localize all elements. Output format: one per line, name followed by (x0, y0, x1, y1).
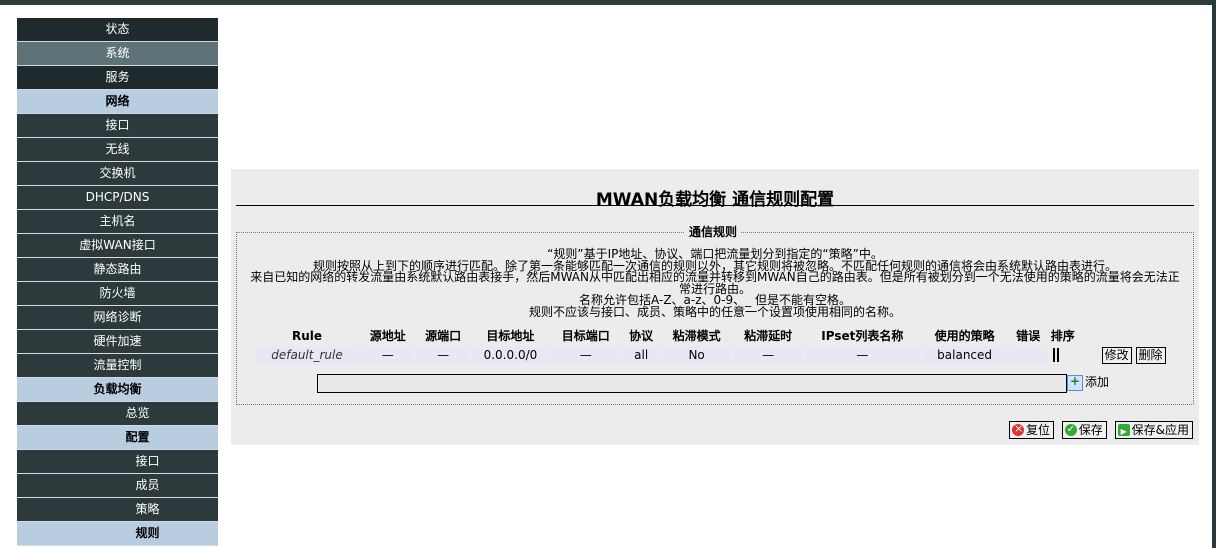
cell-proto: all (622, 346, 660, 364)
table-header-row: Rule 源地址 源端口 目标地址 目标端口 协议 粘滞模式 粘滞延时 IPse… (255, 327, 1179, 344)
cell-error (1009, 346, 1047, 364)
sidebar-section-network[interactable]: 网络 (17, 90, 218, 114)
new-rule-name-input[interactable] (317, 374, 1067, 393)
cell-sticky: No (661, 346, 732, 364)
save-label: 保存 (1078, 423, 1103, 437)
right-edge-bar (1212, 0, 1216, 548)
sidebar-item-wireless[interactable]: 无线 (17, 138, 218, 162)
col-header-dest: 目标地址 (486, 329, 535, 343)
apply-icon (1117, 424, 1130, 440)
reset-icon (1011, 421, 1024, 437)
save-apply-button[interactable]: 保存&应用 (1114, 421, 1193, 440)
col-header-dport: 目标端口 (561, 329, 610, 343)
cell-actions: 修改 删除 (1088, 346, 1179, 364)
reset-button[interactable]: 复位 (1008, 421, 1054, 439)
title-divider (236, 205, 1194, 206)
cell-src: — (361, 346, 415, 364)
add-button-label: 添加 (1085, 375, 1110, 389)
col-header-sticky: 粘滞模式 (672, 329, 721, 343)
cell-sport: — (416, 346, 470, 364)
add-icon (1067, 373, 1083, 391)
form-actions: 复位 保存 保存&应用 (1005, 421, 1193, 440)
sidebar-item-hw-accel[interactable]: 硬件加速 (17, 330, 218, 354)
save-apply-label: 保存&应用 (1131, 423, 1189, 437)
drag-handle-icon[interactable] (1056, 348, 1059, 363)
description-line: 规则不应该与接口、成员、策略中的任意一个设置项使用相同的名称。 (528, 304, 901, 319)
cell-timeout: — (733, 346, 803, 364)
cell-sort (1049, 346, 1086, 364)
cell-rule-name: default_rule (255, 346, 359, 364)
rules-fieldset: 通信规则 “规则”基于IP地址、协议、端口把流量划分到指定的“策略”中。 规则按… (236, 223, 1194, 405)
sidebar-item-firewall[interactable]: 防火墙 (17, 282, 218, 306)
sidebar-item-policies[interactable]: 策略 (17, 498, 218, 522)
fieldset-legend: 通信规则 (685, 223, 742, 240)
main-panel: MWAN负载均衡 通信规则配置 通信规则 “规则”基于IP地址、协议、端口把流量… (231, 169, 1199, 445)
sidebar-item-system[interactable]: 系统 (17, 42, 218, 66)
col-header-sport: 源端口 (425, 329, 462, 343)
sidebar-item-hostnames[interactable]: 主机名 (17, 210, 218, 234)
sidebar-nav: 状态 系统 服务 网络 接口 无线 交换机 DHCP/DNS 主机名 虚拟WAN… (17, 18, 218, 546)
drag-handle-icon[interactable] (1052, 348, 1055, 363)
sidebar-item-switch[interactable]: 交换机 (17, 162, 218, 186)
sidebar-item-qos[interactable]: 流量控制 (17, 354, 218, 378)
col-header-timeout: 粘滞延时 (744, 329, 793, 343)
cell-ipset: — (804, 346, 920, 364)
cell-dport: — (550, 346, 621, 364)
cell-dest: 0.0.0.0/0 (471, 346, 549, 364)
sidebar-section-load-balancing[interactable]: 负载均衡 (17, 378, 218, 402)
sidebar-item-interfaces[interactable]: 接口 (17, 114, 218, 138)
save-button[interactable]: 保存 (1061, 421, 1107, 439)
col-header-error: 错误 (1016, 329, 1041, 343)
col-header-sort: 排序 (1050, 329, 1075, 343)
sidebar-item-status[interactable]: 状态 (17, 18, 218, 42)
sidebar-item-overview[interactable]: 总览 (17, 402, 218, 426)
table-row: default_rule — — 0.0.0.0/0 — all No — — … (255, 346, 1179, 364)
sidebar-item-diagnostics[interactable]: 网络诊断 (17, 306, 218, 330)
col-header-proto: 协议 (629, 329, 654, 343)
reset-label: 复位 (1025, 423, 1050, 437)
sidebar-item-dhcp-dns[interactable]: DHCP/DNS (17, 186, 218, 210)
description-line: 来自已知的网络的转发流量由系统默认路由表接手，然后MWAN从中匹配出相应的流量并… (250, 270, 1180, 296)
add-rule-row: 添加 (317, 373, 1185, 393)
add-button[interactable]: 添加 (1067, 373, 1110, 391)
page-title: MWAN负载均衡 通信规则配置 (595, 190, 835, 210)
sidebar-section-config[interactable]: 配置 (17, 426, 218, 450)
sidebar-item-rules[interactable]: 规则 (17, 522, 218, 546)
col-header-policy: 使用的策略 (934, 329, 995, 343)
sidebar-item-virtual-wan[interactable]: 虚拟WAN接口 (17, 234, 218, 258)
top-bar (0, 0, 1216, 5)
col-header-ipset: IPset列表名称 (821, 329, 904, 343)
rules-table: Rule 源地址 源端口 目标地址 目标端口 协议 粘滞模式 粘滞延时 IPse… (253, 325, 1181, 366)
sidebar-item-config-interfaces[interactable]: 接口 (17, 450, 218, 474)
sidebar-item-members[interactable]: 成员 (17, 474, 218, 498)
description: “规则”基于IP地址、协议、端口把流量划分到指定的“策略”中。 规则按照从上到下… (247, 248, 1183, 319)
save-icon (1064, 422, 1077, 438)
sidebar-item-static-routes[interactable]: 静态路由 (17, 258, 218, 282)
cell-policy: balanced (921, 346, 1008, 364)
sidebar-item-services[interactable]: 服务 (17, 66, 218, 90)
delete-button[interactable]: 删除 (1135, 346, 1166, 364)
col-header-actions (1088, 327, 1179, 344)
col-header-rule: Rule (291, 328, 323, 343)
col-header-src: 源地址 (369, 329, 406, 343)
edit-button[interactable]: 修改 (1101, 346, 1132, 364)
